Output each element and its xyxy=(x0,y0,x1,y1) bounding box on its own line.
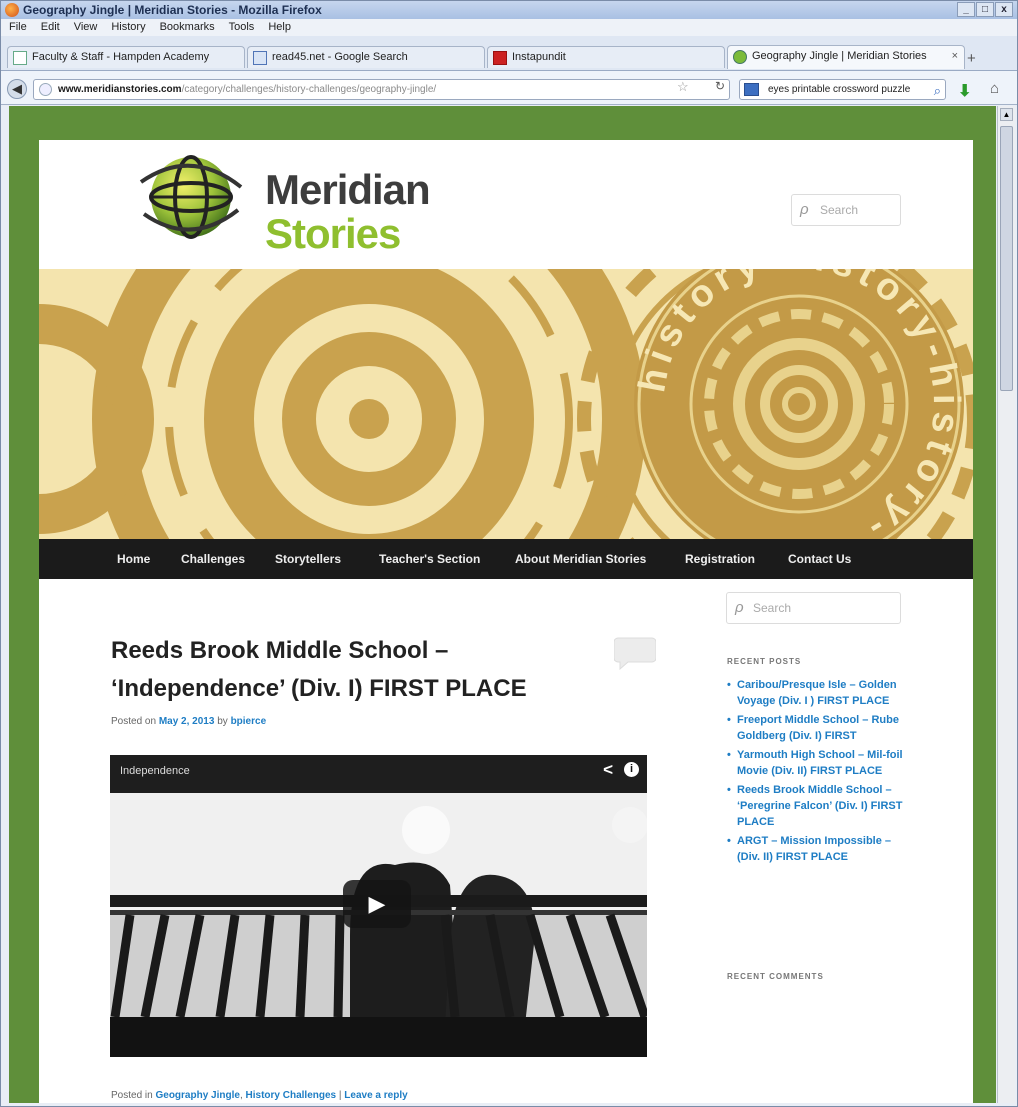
share-icon[interactable]: < xyxy=(603,760,613,780)
close-button[interactable]: x xyxy=(995,2,1013,17)
url-bar[interactable]: www.meridianstories.com/category/challen… xyxy=(33,79,730,100)
back-button[interactable]: ◀ xyxy=(7,79,27,99)
category-geography-jingle-link[interactable]: Geography Jingle xyxy=(155,1090,239,1101)
post-date-link[interactable]: May 2, 2013 xyxy=(159,716,215,727)
maximize-button[interactable]: □ xyxy=(976,2,994,17)
menu-history[interactable]: History xyxy=(111,19,145,36)
navigation-bar: ◀ www.meridianstories.com/category/chall… xyxy=(1,71,1017,105)
tab-label: Faculty & Staff - Hampden Academy xyxy=(32,51,210,63)
window-title: Geography Jingle | Meridian Stories - Mo… xyxy=(23,3,322,17)
firefox-icon xyxy=(5,3,19,17)
recent-posts-list: Caribou/Presque Isle – Golden Voyage (Di… xyxy=(727,677,915,868)
tab-close-icon[interactable]: × xyxy=(952,46,958,67)
url-path: /category/challenges/history-challenges/… xyxy=(181,84,437,95)
sidebar-search-input[interactable]: ρ Search xyxy=(726,592,901,624)
post-author-link[interactable]: bpierce xyxy=(231,716,267,727)
post-title[interactable]: Reeds Brook Middle School – ‘Independenc… xyxy=(111,632,581,708)
meridian-globe-logo xyxy=(139,155,243,239)
page-viewport: Meridian Stories ρ Search histor tory-hi… xyxy=(9,106,996,1103)
nav-about[interactable]: About Meridian Stories xyxy=(515,539,646,579)
menu-file[interactable]: File xyxy=(9,19,27,36)
page-icon xyxy=(13,51,27,65)
search-placeholder: Search xyxy=(753,601,792,615)
instapundit-icon xyxy=(493,51,507,65)
search-go-icon[interactable]: ⌕ xyxy=(934,81,941,99)
google-icon xyxy=(253,51,267,65)
tab-instapundit[interactable]: Instapundit xyxy=(487,46,725,68)
vertical-scrollbar[interactable]: ▲ xyxy=(997,106,1015,1103)
menu-edit[interactable]: Edit xyxy=(41,19,60,36)
menu-tools[interactable]: Tools xyxy=(229,19,255,36)
home-icon[interactable]: ⌂ xyxy=(990,80,999,97)
post-meta: Posted on May 2, 2013 by bpierce xyxy=(111,716,266,727)
scroll-up-arrow-icon[interactable]: ▲ xyxy=(1000,108,1013,121)
new-tab-button[interactable]: + xyxy=(967,50,976,67)
recent-post-link[interactable]: Freeport Middle School – Rube Goldberg (… xyxy=(727,712,915,744)
posted-on-label: Posted on xyxy=(111,716,157,727)
window-controls: _ □ x xyxy=(957,2,1013,17)
recent-post-link[interactable]: Reeds Brook Middle School – ‘Peregrine F… xyxy=(727,782,915,830)
nav-teachers-section[interactable]: Teacher's Section xyxy=(379,539,480,579)
title-bar: Geography Jingle | Meridian Stories - Mo… xyxy=(1,1,1017,19)
search-placeholder: Search xyxy=(820,203,859,217)
tab-geography-jingle[interactable]: Geography Jingle | Meridian Stories × xyxy=(727,45,965,69)
browser-window: Geography Jingle | Meridian Stories - Mo… xyxy=(0,0,1018,1107)
leave-reply-link[interactable]: Leave a reply xyxy=(344,1090,407,1101)
video-title[interactable]: Independence xyxy=(120,765,190,777)
category-history-challenges-link[interactable]: History Challenges xyxy=(246,1090,337,1101)
menu-bookmarks[interactable]: Bookmarks xyxy=(160,19,215,36)
recent-post-link[interactable]: Yarmouth High School – Mil-foil Movie (D… xyxy=(727,747,915,779)
nav-home[interactable]: Home xyxy=(117,539,150,579)
scroll-thumb[interactable] xyxy=(1000,126,1013,391)
recent-comments-heading: RECENT COMMENTS xyxy=(727,972,824,981)
search-bar-text: eyes printable crossword puzzle xyxy=(768,84,911,95)
play-button[interactable]: ▶ xyxy=(343,880,411,928)
tab-label: Instapundit xyxy=(512,51,566,63)
nav-registration[interactable]: Registration xyxy=(685,539,755,579)
tab-label: Geography Jingle | Meridian Stories xyxy=(752,50,927,62)
menu-view[interactable]: View xyxy=(74,19,98,36)
recent-post-link[interactable]: Caribou/Presque Isle – Golden Voyage (Di… xyxy=(727,677,915,709)
search-icon: ρ xyxy=(735,599,744,616)
info-icon[interactable]: i xyxy=(624,762,639,777)
separator: | xyxy=(338,1090,342,1101)
site-identity-icon[interactable] xyxy=(39,83,52,96)
reload-icon[interactable]: ↻ xyxy=(715,79,725,93)
header-search-input[interactable]: ρ Search xyxy=(791,194,901,226)
by-label: by xyxy=(217,716,228,727)
meridian-globe-icon xyxy=(733,50,747,64)
logo-text-stories[interactable]: Stories xyxy=(265,210,401,258)
download-arrow-icon[interactable]: ⬇ xyxy=(958,81,971,101)
site-page: Meridian Stories ρ Search histor tory-hi… xyxy=(39,140,973,1103)
search-icon: ρ xyxy=(800,201,809,218)
search-engine-icon[interactable] xyxy=(744,83,759,96)
tab-faculty-staff[interactable]: Faculty & Staff - Hampden Academy xyxy=(7,46,245,68)
menu-bar: File Edit View History Bookmarks Tools H… xyxy=(1,19,1017,36)
nav-contact-us[interactable]: Contact Us xyxy=(788,539,851,579)
recent-post-link[interactable]: ARGT – Mission Impossible – (Div. II) FI… xyxy=(727,833,915,865)
main-nav: Home Challenges Storytellers Teacher's S… xyxy=(39,539,973,579)
bookmark-star-icon[interactable]: ☆ xyxy=(677,79,689,95)
nav-storytellers[interactable]: Storytellers xyxy=(275,539,341,579)
posted-in-label: Posted in xyxy=(111,1090,153,1101)
tab-bar: Faculty & Staff - Hampden Academy read45… xyxy=(1,36,1017,71)
url-domain: www.meridianstories.com xyxy=(58,84,182,95)
minimize-button[interactable]: _ xyxy=(957,2,975,17)
search-bar[interactable]: eyes printable crossword puzzle ⌕ xyxy=(739,79,946,100)
post-title-line-1: Reeds Brook Middle School – xyxy=(111,637,449,664)
video-player[interactable]: Independence < i ▶ xyxy=(110,755,647,1057)
post-title-line-2: ‘Independence’ (Div. I) FIRST PLACE xyxy=(111,675,527,702)
menu-help[interactable]: Help xyxy=(268,19,291,36)
banner-rings-graphic: history-history-history- xyxy=(39,269,973,539)
tab-label: read45.net - Google Search xyxy=(272,51,408,63)
logo-text-meridian[interactable]: Meridian xyxy=(265,166,431,214)
history-banner: history-history-history- xyxy=(39,269,973,539)
comment-bubble-icon[interactable] xyxy=(614,636,656,670)
post-footer: Posted in Geography Jingle, History Chal… xyxy=(111,1090,408,1101)
recent-posts-heading: RECENT POSTS xyxy=(727,657,802,666)
tab-google-search[interactable]: read45.net - Google Search xyxy=(247,46,485,68)
nav-challenges[interactable]: Challenges xyxy=(181,539,245,579)
